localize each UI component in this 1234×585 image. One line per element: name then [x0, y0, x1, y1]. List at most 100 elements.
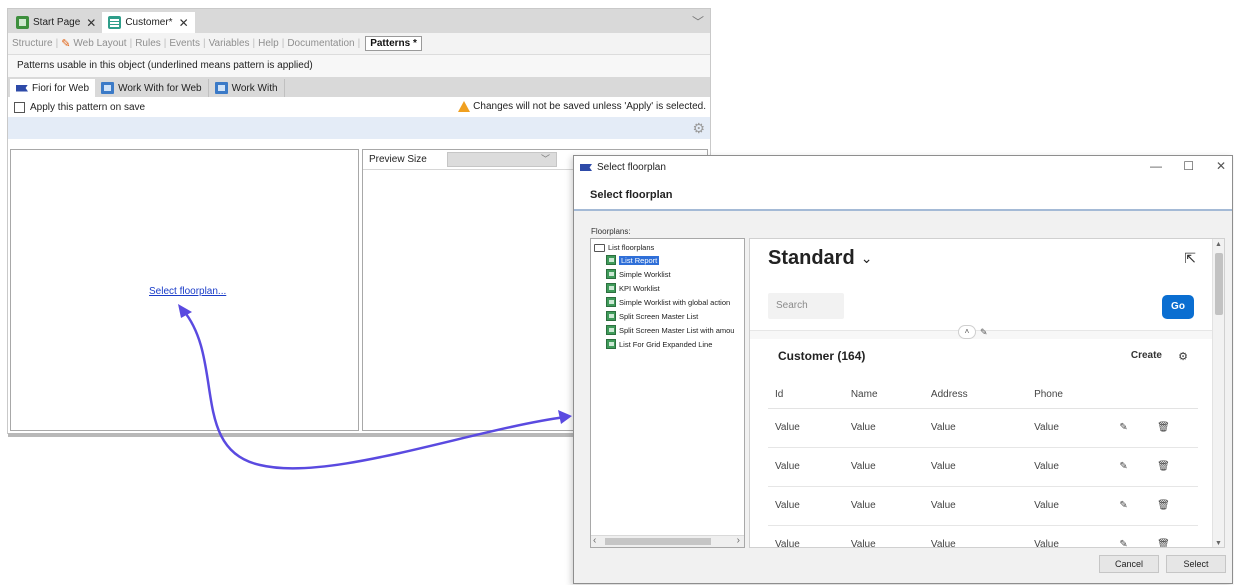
fiori-flag-icon [16, 84, 28, 92]
tab-events[interactable]: Events [169, 38, 200, 49]
tree-horizontal-scrollbar[interactable]: ‹ › [591, 535, 744, 547]
delete-icon[interactable]: 🗑 [1150, 525, 1198, 547]
preview-size-select[interactable]: ﹀ [447, 152, 557, 167]
floorplan-icon [606, 283, 616, 293]
create-button[interactable]: Create [1131, 350, 1162, 361]
table-cell: Value [1027, 525, 1113, 547]
floorplan-icon [606, 339, 616, 349]
floorplan-icon [606, 325, 616, 335]
apply-row: Apply this pattern on save Changes will … [8, 97, 710, 117]
share-icon[interactable]: ⇱ [1184, 250, 1196, 267]
tab-rules[interactable]: Rules [135, 38, 161, 49]
table-cell: Value [923, 447, 1028, 487]
dialog-window-title: Select floorplan [597, 162, 666, 173]
collapse-header-icon[interactable]: ˄ [958, 325, 976, 339]
table-row[interactable]: Value Value Value Value ✎ 🗑 [768, 486, 1198, 526]
table-cell: Value [843, 486, 924, 526]
column-header-actions [1150, 381, 1198, 409]
document-tabs: Start Page ✕ Customer* ✕ ﹀ [8, 9, 710, 33]
minimize-icon[interactable]: — [1150, 159, 1162, 173]
floorplans-label: Floorplans: [591, 227, 631, 236]
scrollbar-thumb[interactable] [605, 538, 711, 545]
tab-variables[interactable]: Variables [209, 38, 250, 49]
cancel-button[interactable]: Cancel [1099, 555, 1159, 573]
apply-checkbox[interactable] [14, 101, 25, 113]
floorplan-preview: Standard ⌄ ⇱ Search Go ˄ ✎ Customer (164… [749, 238, 1225, 548]
table-cell: Value [1027, 447, 1113, 487]
tab-customer[interactable]: Customer* ✕ [102, 12, 195, 33]
preview-filter-bar: Standard ⌄ ⇱ Search Go [750, 239, 1214, 331]
tab-start-page[interactable]: Start Page ✕ [10, 12, 102, 33]
table-row[interactable]: Value Value Value Value ✎ 🗑 [768, 447, 1198, 487]
floorplan-icon [606, 255, 616, 265]
scroll-left-icon[interactable]: ‹ [593, 535, 596, 546]
scroll-right-icon[interactable]: › [737, 535, 740, 546]
edit-icon[interactable]: ✎ [1112, 447, 1151, 487]
table-cell: Value [768, 486, 844, 526]
table-row[interactable]: Value Value Value Value ✎ 🗑 [768, 525, 1198, 547]
table-cell: Value [923, 408, 1028, 448]
column-header: Phone [1027, 381, 1113, 409]
scrollbar-thumb[interactable] [1215, 253, 1223, 315]
section-tabs: Structure | ✎ Web Layout | Rules | Events | V… [8, 33, 710, 55]
scroll-up-icon[interactable]: ▲ [1215, 241, 1222, 248]
tab-fiori-for-web[interactable]: Fiori for Web [10, 79, 96, 97]
tree-item-list-report[interactable]: List Report [606, 255, 660, 265]
floorplan-pane: Select floorplan... [10, 149, 359, 431]
edit-icon[interactable]: ✎ [1112, 525, 1151, 547]
edit-icon[interactable]: ✎ [1112, 408, 1151, 448]
customer-table: Id Name Address Phone Value Value Value … [768, 381, 1198, 547]
table-cell: Value [768, 525, 844, 547]
table-header-row: Id Name Address Phone [768, 381, 1198, 409]
select-floorplan-link[interactable]: Select floorplan... [149, 286, 226, 297]
tree-item-simple-worklist-global[interactable]: Simple Worklist with global action [606, 297, 730, 307]
table-card: Customer (164) Create ⚙ Id Name Address … [750, 339, 1214, 547]
column-header: Name [843, 381, 924, 409]
delete-icon[interactable]: 🗑 [1150, 447, 1198, 487]
apply-label: Apply this pattern on save [30, 101, 146, 113]
chevron-down-icon: ﹀ [540, 154, 550, 164]
table-cell: Value [843, 447, 924, 487]
table-cell: Value [843, 408, 924, 448]
table-row[interactable]: Value Value Value Value ✎ 🗑 [768, 408, 1198, 448]
work-with-icon [214, 82, 228, 94]
tree-item-split-screen[interactable]: Split Screen Master List [606, 311, 698, 321]
select-button[interactable]: Select [1166, 555, 1226, 573]
scroll-down-icon[interactable]: ▼ [1215, 540, 1222, 547]
floorplan-icon [606, 297, 616, 307]
chevron-down-icon: ⌄ [860, 250, 873, 266]
tab-structure[interactable]: Structure [12, 38, 53, 49]
tree-item-simple-worklist[interactable]: Simple Worklist [606, 269, 671, 279]
edit-icon[interactable]: ✎ [1112, 486, 1151, 526]
table-title: Customer (164) [778, 349, 866, 363]
tab-patterns[interactable]: Patterns * [365, 36, 422, 51]
close-icon[interactable]: ✕ [1216, 159, 1226, 173]
pin-icon[interactable]: ✎ [980, 327, 988, 338]
maximize-icon[interactable]: ☐ [1183, 159, 1194, 173]
tab-work-with[interactable]: Work With [209, 79, 285, 97]
table-cell: Value [768, 447, 844, 487]
tree-root[interactable]: List floorplans [594, 243, 654, 252]
tree-item-kpi-worklist[interactable]: KPI Worklist [606, 283, 660, 293]
preview-vertical-scrollbar[interactable]: ▲ ▼ [1212, 239, 1224, 547]
column-header: Id [768, 381, 844, 409]
delete-icon[interactable]: 🗑 [1150, 486, 1198, 526]
tab-documentation[interactable]: Documentation [287, 38, 354, 49]
settings-icon[interactable]: ⚙ [1178, 350, 1188, 363]
tree-item-grid-expanded[interactable]: List For Grid Expanded Line [606, 339, 712, 349]
tab-help[interactable]: Help [258, 38, 279, 49]
tree-item-split-screen-amount[interactable]: Split Screen Master List with amou [606, 325, 734, 335]
close-icon[interactable]: ✕ [179, 16, 189, 30]
variant-title[interactable]: Standard ⌄ [768, 247, 872, 270]
pattern-tabs: Fiori for Web Work With for Web Work Wit… [8, 77, 710, 97]
go-button[interactable]: Go [1162, 295, 1194, 319]
close-icon[interactable]: ✕ [86, 16, 96, 30]
delete-icon[interactable]: 🗑 [1150, 408, 1198, 448]
gear-icon[interactable]: ⚙ [692, 120, 705, 137]
tab-work-with-for-web[interactable]: Work With for Web [95, 79, 209, 97]
floorplan-icon [606, 269, 616, 279]
chevron-down-icon[interactable]: ﹀ [692, 13, 704, 30]
search-input[interactable]: Search [768, 293, 844, 319]
tab-web-layout[interactable]: ✎ Web Layout [61, 37, 126, 50]
warning-icon [458, 101, 471, 112]
